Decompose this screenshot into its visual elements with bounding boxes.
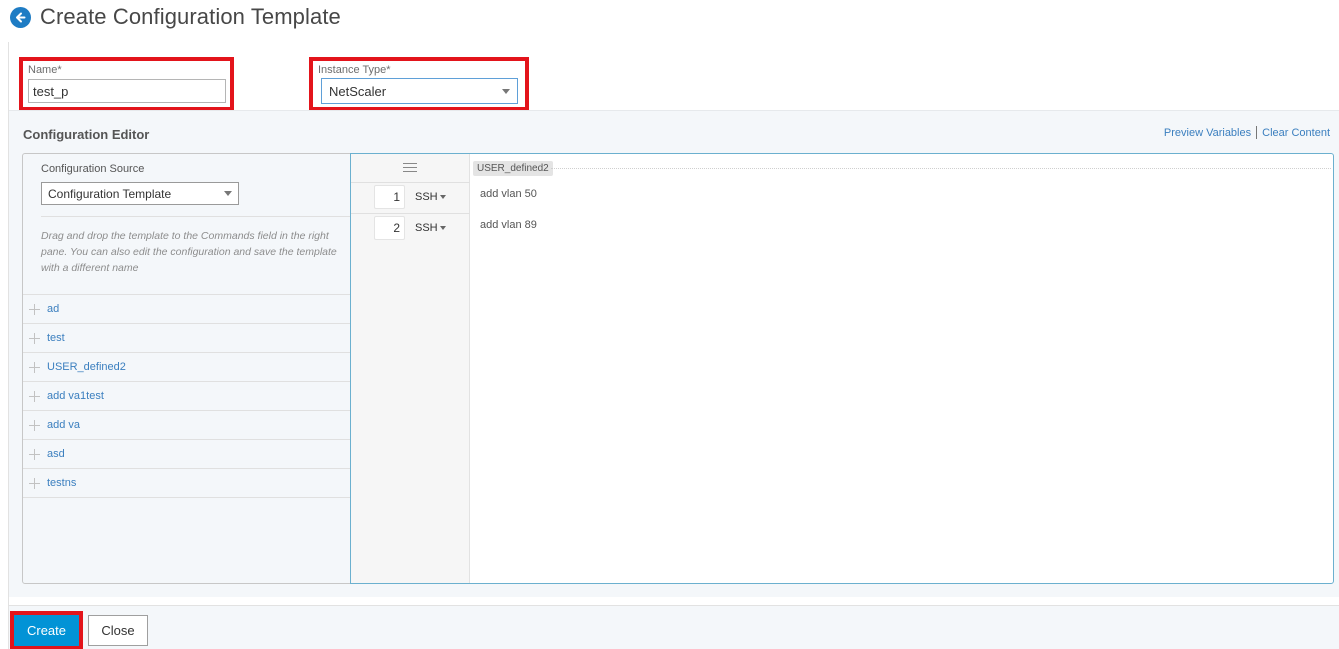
commands-pane[interactable]: 1 SSH 2 SSH USER_defined2 add vlan 50 ad… — [350, 153, 1334, 584]
drag-handle-icon — [29, 303, 40, 315]
drag-handle-icon — [29, 419, 40, 431]
command-line[interactable]: add vlan 50 — [480, 188, 537, 200]
line-number-input[interactable]: 2 — [374, 216, 405, 240]
name-field-group: Name* — [19, 57, 234, 111]
instance-type-label: Instance Type* — [318, 64, 391, 76]
close-button[interactable]: Close — [88, 615, 148, 646]
protocol-select[interactable]: SSH — [415, 191, 446, 203]
chevron-down-icon — [224, 191, 232, 196]
divider — [351, 213, 470, 214]
configuration-source-value: Configuration Template — [48, 186, 172, 201]
divider — [41, 216, 351, 217]
drag-handle-icon — [29, 477, 40, 489]
hamburger-menu-icon[interactable] — [403, 163, 417, 172]
footer-actions: Create Close — [9, 605, 1339, 649]
configuration-source-label: Configuration Source — [41, 163, 145, 175]
command-line[interactable]: add vlan 89 — [480, 219, 537, 231]
command-gutter: 1 SSH 2 SSH — [351, 154, 470, 583]
chevron-down-icon — [439, 226, 446, 230]
divider — [351, 182, 470, 183]
source-help-text: Drag and drop the template to the Comman… — [41, 230, 337, 274]
line-number-input[interactable]: 1 — [374, 185, 405, 209]
template-name: add va1test — [47, 390, 104, 402]
configuration-source-pane: Configuration Source Configuration Templ… — [23, 154, 351, 583]
preview-variables-link[interactable]: Preview Variables — [1164, 127, 1251, 139]
page-title: Create Configuration Template — [40, 4, 341, 29]
link-separator — [1256, 126, 1258, 139]
configuration-editor-section: Configuration Editor Preview Variables C… — [9, 110, 1339, 597]
name-input[interactable] — [28, 79, 226, 103]
template-item[interactable]: testns — [23, 469, 351, 498]
template-item[interactable]: test — [23, 324, 351, 353]
editor-frame: Configuration Source Configuration Templ… — [22, 153, 1334, 584]
template-item[interactable]: USER_defined2 — [23, 353, 351, 382]
template-name: USER_defined2 — [47, 361, 126, 373]
instance-type-select[interactable]: NetScaler — [321, 78, 518, 104]
template-name: testns — [47, 477, 77, 489]
template-name: test — [47, 332, 65, 344]
template-name: add va — [47, 419, 81, 431]
chevron-down-icon — [502, 88, 510, 94]
template-item[interactable]: add va — [23, 411, 351, 440]
name-label: Name* — [28, 64, 62, 76]
chevron-down-icon — [439, 195, 446, 199]
template-name: ad — [47, 303, 60, 315]
template-item[interactable]: add va1test — [23, 382, 351, 411]
drag-handle-icon — [29, 448, 40, 460]
drag-handle-icon — [29, 390, 40, 402]
drag-handle-icon — [29, 361, 40, 373]
template-name: asd — [47, 448, 65, 460]
create-button-highlight: Create — [10, 611, 83, 649]
instance-type-value: NetScaler — [329, 83, 387, 99]
configuration-source-select[interactable]: Configuration Template — [41, 182, 239, 205]
clear-content-link[interactable]: Clear Content — [1262, 127, 1330, 139]
template-list: ad test USER_defined2 add va1test add va — [23, 294, 351, 498]
template-item[interactable]: asd — [23, 440, 351, 469]
page-header: Create Configuration Template — [10, 4, 341, 30]
drag-handle-icon — [29, 332, 40, 344]
template-header-chip: USER_defined2 — [473, 161, 553, 176]
create-button[interactable]: Create — [14, 615, 79, 646]
protocol-value: SSH — [415, 191, 438, 203]
template-item[interactable]: ad — [23, 295, 351, 324]
back-arrow-icon[interactable] — [10, 6, 31, 28]
instance-type-field-group: Instance Type* NetScaler — [309, 57, 529, 111]
protocol-select[interactable]: SSH — [415, 222, 446, 234]
editor-links: Preview Variables Clear Content — [1164, 126, 1330, 139]
protocol-value: SSH — [415, 222, 438, 234]
divider — [551, 168, 1331, 169]
configuration-editor-title: Configuration Editor — [23, 127, 150, 142]
